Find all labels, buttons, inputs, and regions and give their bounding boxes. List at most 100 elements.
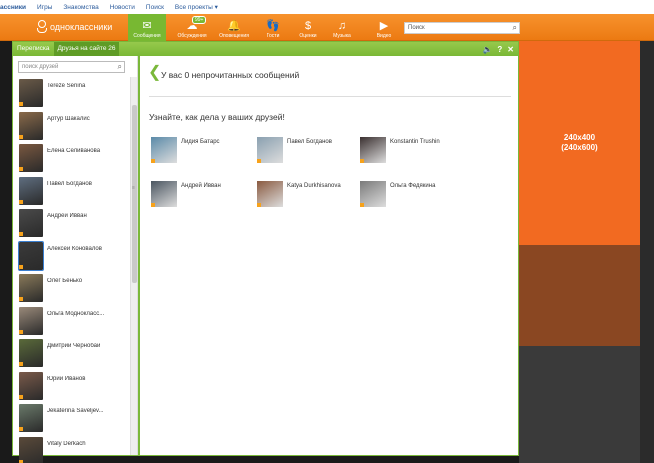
friend-name[interactable]: Юрий Иванов [47, 376, 127, 382]
friend-item[interactable]: Андрей Ивван [13, 207, 130, 240]
avatar[interactable] [360, 181, 386, 207]
toplink-home[interactable]: ассники [0, 4, 26, 11]
friend-name[interactable]: Павел Богданов [47, 181, 127, 187]
online-status-icon [360, 159, 364, 163]
friend-suggestion[interactable]: Konstantin Trushin [360, 137, 460, 163]
suggestion-name[interactable]: Ольга Федякина [390, 183, 435, 189]
friend-name[interactable]: Vitaly Derkach [47, 441, 127, 447]
avatar[interactable] [257, 181, 283, 207]
site-logo[interactable]: одноклассники [36, 20, 112, 34]
nav-messages[interactable]: ✉ Сообщения [128, 14, 166, 41]
friend-item[interactable]: Олег Бенько [13, 272, 130, 305]
friend-item[interactable]: Vitaly Derkach [13, 435, 130, 463]
avatar[interactable] [19, 339, 43, 367]
video-icon: ▶ [379, 20, 389, 32]
avatar[interactable] [19, 144, 43, 172]
friend-suggestion[interactable]: Katya Durkhisanova [257, 181, 357, 207]
unread-header: У вас 0 непрочитанных сообщений [161, 70, 300, 80]
avatar[interactable] [19, 436, 43, 463]
nav-ratings[interactable]: $ Оценки [294, 14, 322, 41]
avatar[interactable] [19, 176, 43, 205]
search-icon[interactable]: ⌕ [513, 23, 517, 33]
avatar[interactable] [19, 371, 43, 400]
toplink-search[interactable]: Поиск [146, 4, 164, 11]
avatar[interactable] [19, 404, 43, 432]
search-placeholder: Поиск [408, 25, 425, 31]
suggestion-name[interactable]: Лидия Батарс [181, 139, 220, 145]
friend-name[interactable]: Олег Бенько [47, 278, 127, 284]
back-arrow-icon[interactable]: ❮ [148, 65, 161, 81]
suggestion-name[interactable]: Konstantin Trushin [390, 139, 440, 145]
messages-window-titlebar: Переписка Друзья на сайте 26 🔈 ? ✕ [13, 42, 518, 56]
friend-item[interactable]: Jekaterina Saveljev... [13, 402, 130, 435]
sound-icon[interactable]: 🔈 [482, 45, 492, 54]
friend-suggestion[interactable]: Лидия Батарс [151, 137, 251, 163]
toplink-games[interactable]: Игры [37, 4, 52, 11]
avatar[interactable] [257, 137, 283, 163]
friend-suggestion[interactable]: Андрей Ивван [151, 181, 251, 207]
avatar[interactable] [151, 181, 177, 207]
help-icon[interactable]: ? [497, 45, 502, 54]
friend-name[interactable]: Jekaterina Saveljev... [47, 408, 127, 414]
nav-music[interactable]: ♫ Музыка [328, 14, 356, 41]
avatar[interactable] [18, 240, 44, 271]
avatar[interactable] [360, 137, 386, 163]
avatar[interactable] [151, 137, 177, 163]
side-panel-dark [519, 346, 640, 463]
friend-name[interactable]: Ольга Моднокласс... [47, 311, 127, 317]
friend-item[interactable]: Павел Богданов [13, 175, 130, 208]
toplink-all-projects[interactable]: Все проекты ▾ [175, 3, 218, 11]
messages-window: Переписка Друзья на сайте 26 🔈 ? ✕ поиск… [12, 41, 519, 463]
online-status-icon [19, 167, 23, 171]
friend-item[interactable]: Tereze Senina [13, 77, 130, 110]
friend-item[interactable]: Артур Шакалис [13, 110, 130, 143]
search-icon[interactable]: ⌕ [118, 62, 122, 72]
friend-name[interactable]: Tereze Senina [47, 83, 127, 89]
avatar[interactable] [19, 209, 43, 237]
toplink-dating[interactable]: Знакомства [63, 4, 98, 11]
online-status-icon [257, 159, 261, 163]
search-input[interactable]: Поиск ⌕ [404, 22, 520, 34]
close-icon[interactable]: ✕ [507, 45, 514, 54]
friend-item[interactable]: Дмитрий Чернобай [13, 337, 130, 370]
toplink-news[interactable]: Новости [110, 4, 135, 11]
friend-name[interactable]: Андрей Ивван [47, 213, 127, 219]
online-status-icon [151, 203, 155, 207]
online-status-icon [257, 203, 261, 207]
tab-conversations[interactable]: Переписка [13, 42, 54, 56]
friend-name[interactable]: Елена Селиванова [47, 148, 127, 154]
friend-search-input[interactable]: поиск друзей ⌕ [18, 61, 125, 73]
friend-item[interactable]: Юрий Иванов [13, 370, 130, 403]
page-edge-strip [640, 41, 654, 463]
suggestion-name[interactable]: Андрей Ивван [181, 183, 221, 189]
suggestion-name[interactable]: Павел Богданов [287, 139, 332, 145]
friend-item[interactable]: Елена Селиванова [13, 142, 130, 175]
friend-name[interactable]: Артур Шакалис [47, 116, 127, 122]
friend-item[interactable]: Алексей Коновалов [13, 240, 130, 273]
avatar[interactable] [19, 274, 43, 302]
ad-size-label: 240x400 [563, 133, 596, 142]
friends-scrollbar[interactable]: ≡ [130, 77, 137, 455]
avatar[interactable] [19, 79, 43, 107]
nav-video[interactable]: ▶ Видео [370, 14, 398, 41]
nav-guests[interactable]: 👣 Гости [259, 14, 287, 41]
online-status-icon [19, 329, 23, 334]
friend-name[interactable]: Дмитрий Чернобай [47, 343, 127, 349]
online-status-icon [19, 394, 23, 399]
nav-notifications[interactable]: 🔔 Оповещения [215, 14, 253, 41]
nav-messages-label: Сообщения [133, 33, 161, 39]
tab-friends-online[interactable]: Друзья на сайте 26 [53, 42, 120, 56]
friend-suggestion[interactable]: Павел Богданов [257, 137, 357, 163]
scrollbar-thumb[interactable] [132, 105, 137, 283]
ad-banner[interactable]: 240x400 (240x600) [519, 41, 640, 245]
friend-name[interactable]: Алексей Коновалов [47, 246, 127, 252]
avatar[interactable] [19, 111, 43, 140]
nav-discussions[interactable]: 99+ ☁ Обсуждения [172, 14, 212, 41]
avatar[interactable] [19, 306, 43, 335]
suggestion-name[interactable]: Katya Durkhisanova [287, 183, 341, 189]
music-icon: ♫ [337, 20, 347, 32]
divider [149, 96, 511, 97]
ok-logo-icon [36, 20, 47, 34]
friend-suggestion[interactable]: Ольга Федякина [360, 181, 460, 207]
friend-item[interactable]: Ольга Моднокласс... [13, 305, 130, 338]
